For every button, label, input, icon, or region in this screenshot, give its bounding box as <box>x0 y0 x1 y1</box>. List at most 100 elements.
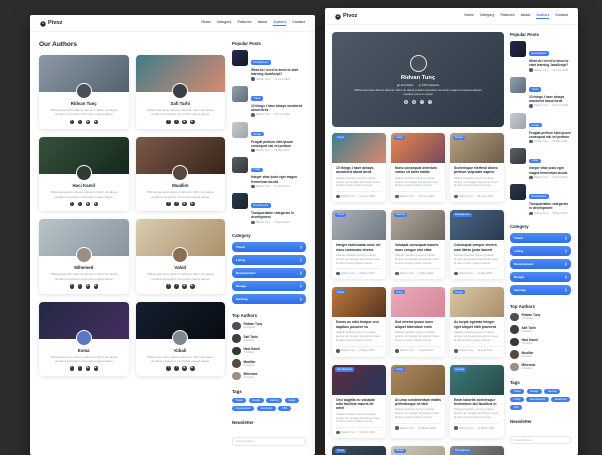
category-button[interactable]: Design ❯ <box>232 281 306 291</box>
category-badge[interactable]: Travel <box>335 136 347 141</box>
youtube-icon[interactable]: ▶ <box>190 284 195 289</box>
top-author-item[interactable]: Ridvan Tunç 10 Articles <box>232 322 306 331</box>
post-card[interactable]: Living At urna condimentum mattis pellen… <box>391 365 445 439</box>
nav-contact[interactable]: Contact <box>292 20 305 26</box>
post-title[interactable]: What do I need to know to start learning… <box>529 59 571 67</box>
facebook-icon[interactable]: f <box>166 202 171 207</box>
youtube-icon[interactable]: ▶ <box>428 100 433 105</box>
category-button[interactable]: Development ❯ <box>510 259 571 269</box>
youtube-icon[interactable]: ▶ <box>94 120 99 125</box>
category-badge[interactable]: Living <box>394 367 406 372</box>
author-name[interactable]: Vahid <box>136 265 226 270</box>
tag-pill[interactable]: CSS <box>278 406 290 411</box>
category-button[interactable]: Gaming ❯ <box>510 285 571 295</box>
popular-post-item[interactable]: Living Integer vitae justo eget magna fe… <box>510 148 571 179</box>
category-button[interactable]: Living ❯ <box>232 255 306 265</box>
post-title[interactable]: Ac turpis egestas integer eget aliquet n… <box>454 320 500 329</box>
popular-post-item[interactable]: Development What do I need to know to st… <box>510 41 571 72</box>
facebook-icon[interactable]: f <box>70 366 75 371</box>
nav-home[interactable]: Home <box>464 13 473 19</box>
post-title[interactable]: Donec ac odio tempor orci dapibus posuer… <box>336 320 382 329</box>
top-author-item[interactable]: Haci Kamil 7 Articles <box>232 347 306 356</box>
top-author-item[interactable]: Safi Tarhi 8 Articles <box>232 334 306 343</box>
author-name[interactable]: Safi Tarhi <box>136 101 226 106</box>
post-card[interactable]: Development Aliquam faucibus purus in ma… <box>450 446 504 455</box>
post-title[interactable]: Sed viverra ipsum nunc aliquet bibendum … <box>395 320 441 329</box>
post-title[interactable]: What do I need to know to start learning… <box>251 68 306 76</box>
category-button[interactable]: Gaming ❯ <box>232 294 306 304</box>
post-card[interactable]: Development Consequat semper viverra nam… <box>450 210 504 279</box>
post-card[interactable]: Travel Integer malesuada nunc vel risus … <box>332 210 386 279</box>
post-card[interactable]: Design Aliquam faucibus purus in massa t… <box>391 446 445 455</box>
category-badge[interactable]: Travel <box>251 96 263 101</box>
youtube-icon[interactable]: ▶ <box>190 120 195 125</box>
nav-authors[interactable]: Authors <box>536 13 549 19</box>
post-title[interactable]: Transportation categories in development <box>529 202 571 210</box>
instagram-icon[interactable]: ◉ <box>182 284 187 289</box>
tag-pill[interactable]: Development <box>232 406 254 411</box>
nav-category[interactable]: Category <box>480 13 495 19</box>
top-author-item[interactable]: Ridvan Tunç 10 Articles <box>510 313 571 322</box>
category-badge[interactable]: Design <box>453 290 466 295</box>
site-logo[interactable]: Pivoz <box>335 8 357 25</box>
post-card[interactable]: Travel Donec ac odio tempor orci dapibus… <box>332 287 386 356</box>
post-title[interactable]: Volutpat consequat mauris nunc congue ni… <box>395 243 441 252</box>
category-badge[interactable]: Design <box>453 136 466 141</box>
post-title[interactable]: At urna condimentum mattis pellentesque … <box>395 398 441 407</box>
tag-pill[interactable]: Travel <box>232 398 246 403</box>
twitter-icon[interactable]: t <box>174 120 179 125</box>
popular-post-item[interactable]: Travel 10 things I have always wondered … <box>232 86 306 117</box>
post-title[interactable]: 10 things I have always wondered about b… <box>529 95 571 103</box>
tag-pill[interactable]: Design <box>249 398 264 403</box>
youtube-icon[interactable]: ▶ <box>94 284 99 289</box>
post-card[interactable]: Living Sed viverra ipsum nunc aliquet bi… <box>391 287 445 356</box>
instagram-icon[interactable]: ◉ <box>86 284 91 289</box>
post-card[interactable]: Design Scelerisque eleifend donec pretiu… <box>450 133 504 202</box>
author-card[interactable]: Kibali Officia aute anim ullamco laborum… <box>136 302 226 376</box>
top-author-item[interactable]: Mihemed 4 Articles <box>510 363 571 372</box>
twitter-icon[interactable]: t <box>78 366 83 371</box>
top-author-item[interactable]: Haci Kamil 7 Articles <box>510 338 571 347</box>
instagram-icon[interactable]: ◉ <box>420 100 425 105</box>
category-button[interactable]: Living ❯ <box>510 246 571 256</box>
category-badge[interactable]: Development <box>529 51 549 56</box>
nav-about[interactable]: About <box>258 20 268 26</box>
popular-post-item[interactable]: Design Feugiat pretium nibh ipsum conseq… <box>232 122 306 153</box>
tag-pill[interactable]: Design <box>527 389 542 394</box>
category-badge[interactable]: Design <box>251 132 264 137</box>
instagram-icon[interactable]: ◉ <box>182 202 187 207</box>
author-card[interactable]: Muallim Officia aute anim ullamco laboru… <box>136 137 226 211</box>
tag-pill[interactable]: JavaScript <box>257 406 276 411</box>
twitter-icon[interactable]: t <box>78 120 83 125</box>
category-badge[interactable]: Living <box>251 168 263 173</box>
post-card[interactable]: Living Nunc consequat interdum varius si… <box>391 133 445 202</box>
author-name[interactable]: Haci Kamil <box>39 183 129 188</box>
popular-post-item[interactable]: Travel 10 things I have always wondered … <box>510 77 571 108</box>
category-badge[interactable]: Development <box>335 367 355 372</box>
instagram-icon[interactable]: ◉ <box>182 120 187 125</box>
post-title[interactable]: Integer malesuada nunc vel risus commodo… <box>336 243 382 252</box>
nav-home[interactable]: Home <box>201 20 210 26</box>
twitter-icon[interactable]: t <box>174 284 179 289</box>
tag-pill[interactable]: Travel <box>510 389 524 394</box>
newsletter-email-input[interactable] <box>510 436 571 445</box>
tag-pill[interactable]: CSS <box>510 405 522 410</box>
category-badge[interactable]: Design <box>394 449 407 454</box>
youtube-icon[interactable]: ▶ <box>190 366 195 371</box>
post-title[interactable]: Orci sagittis eu volutpat odio facilisis… <box>336 398 382 411</box>
tag-pill[interactable]: Living <box>285 398 299 403</box>
twitter-icon[interactable]: t <box>78 202 83 207</box>
nav-authors[interactable]: Authors <box>273 20 286 26</box>
nav-about[interactable]: About <box>521 13 531 19</box>
post-card[interactable]: Development Orci sagittis eu volutpat od… <box>332 365 386 439</box>
post-title[interactable]: Transportation categories in development <box>251 211 306 219</box>
post-card[interactable]: Travel 10 things I have always wondered … <box>332 133 386 202</box>
post-card[interactable]: Gaming Volutpat consequat mauris nunc co… <box>391 210 445 279</box>
category-button[interactable]: Travel ❯ <box>510 233 571 243</box>
category-button[interactable]: Development ❯ <box>232 268 306 278</box>
post-card[interactable]: Travel Aliquam faucibus purus in massa t… <box>332 446 386 455</box>
twitter-icon[interactable]: t <box>78 284 83 289</box>
popular-post-item[interactable]: Living Integer vitae justo eget magna fe… <box>232 157 306 188</box>
category-badge[interactable]: Travel <box>529 87 541 92</box>
author-name[interactable]: Ridvan Tunç <box>39 101 129 106</box>
